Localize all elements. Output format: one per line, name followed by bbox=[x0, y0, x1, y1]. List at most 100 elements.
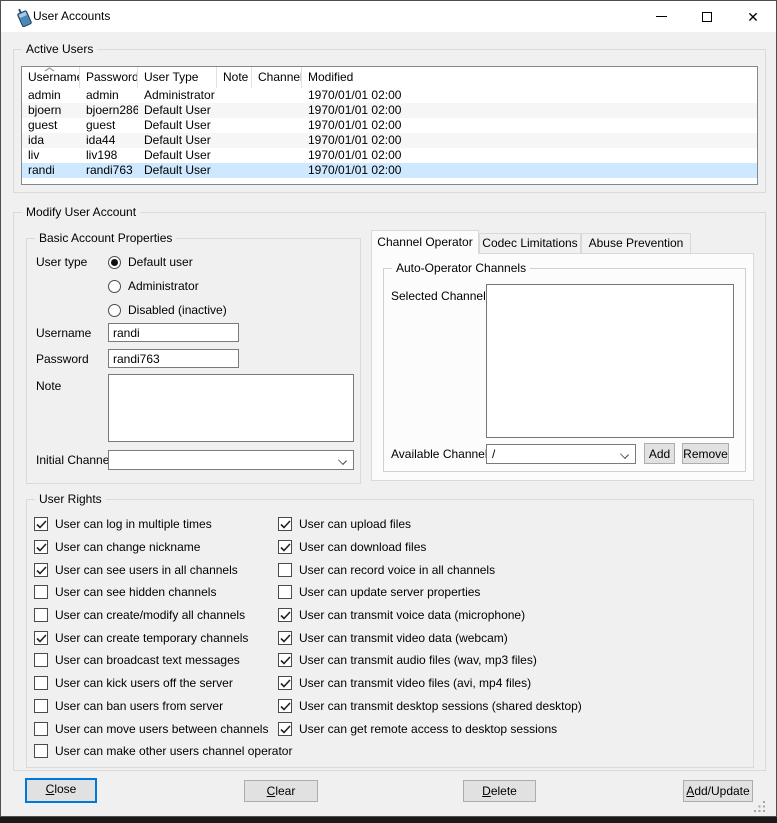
sort-asc-icon bbox=[44, 67, 55, 72]
cell-channel bbox=[252, 118, 302, 133]
checkbox-option[interactable]: User can create/modify all channels bbox=[34, 604, 292, 627]
checkbox-checked-icon bbox=[34, 517, 48, 531]
checkbox-option[interactable]: User can download files bbox=[278, 536, 582, 559]
radio-label: Disabled (inactive) bbox=[128, 303, 227, 317]
table-row[interactable]: bjoernbjoern286Default User1970/01/01 02… bbox=[22, 103, 757, 118]
checkbox-option[interactable]: User can move users between channels bbox=[34, 717, 292, 740]
cell-note bbox=[217, 118, 252, 133]
cell-channel bbox=[252, 103, 302, 118]
checkbox-option[interactable]: User can broadcast text messages bbox=[34, 649, 292, 672]
checkbox-label: User can create/modify all channels bbox=[55, 608, 245, 622]
checkbox-option[interactable]: User can update server properties bbox=[278, 581, 582, 604]
table-row[interactable]: guestguestDefault User1970/01/01 02:00 bbox=[22, 118, 757, 133]
tab-abuse-prevention[interactable]: Abuse Prevention bbox=[581, 233, 691, 254]
available-channels-combobox[interactable]: / bbox=[486, 444, 636, 464]
checkbox-label: User can change nickname bbox=[55, 540, 200, 554]
cell-modified: 1970/01/01 02:00 bbox=[302, 88, 757, 103]
user-accounts-window: User Accounts ✕ Active Users Username Pa… bbox=[0, 0, 777, 817]
cell-modified: 1970/01/01 02:00 bbox=[302, 103, 757, 118]
checkbox-option[interactable]: User can record voice in all channels bbox=[278, 558, 582, 581]
checkbox-option[interactable]: User can transmit audio files (wav, mp3 … bbox=[278, 649, 582, 672]
close-window-button[interactable]: ✕ bbox=[730, 1, 776, 32]
add-update-button[interactable]: Add/Update bbox=[683, 780, 753, 802]
checkbox-option[interactable]: User can transmit voice data (microphone… bbox=[278, 604, 582, 627]
radio-icon bbox=[108, 304, 121, 317]
radio-option[interactable]: Disabled (inactive) bbox=[108, 298, 227, 322]
checkbox-option[interactable]: User can change nickname bbox=[34, 536, 292, 559]
column-header-channel[interactable]: Channel bbox=[252, 67, 302, 88]
username-input[interactable] bbox=[108, 323, 239, 342]
checkbox-option[interactable]: User can transmit desktop sessions (shar… bbox=[278, 695, 582, 718]
checkbox-unchecked-icon bbox=[34, 608, 48, 622]
maximize-button[interactable] bbox=[684, 1, 730, 32]
column-header-modified[interactable]: Modified bbox=[302, 67, 757, 88]
table-row[interactable]: idaida44Default User1970/01/01 02:00 bbox=[22, 133, 757, 148]
active-users-table[interactable]: Username Password User Type Note Channel… bbox=[21, 66, 758, 185]
available-channels-label: Available Channels bbox=[391, 447, 494, 461]
checkbox-checked-icon bbox=[278, 722, 292, 736]
radio-option[interactable]: Default user bbox=[108, 250, 227, 274]
checkbox-option[interactable]: User can create temporary channels bbox=[34, 626, 292, 649]
checkbox-label: User can log in multiple times bbox=[55, 517, 212, 531]
checkbox-option[interactable]: User can upload files bbox=[278, 513, 582, 536]
basic-group-label: Basic Account Properties bbox=[35, 231, 176, 245]
column-header-note[interactable]: Note bbox=[217, 67, 252, 88]
checkbox-checked-icon bbox=[278, 540, 292, 554]
checkbox-label: User can transmit audio files (wav, mp3 … bbox=[299, 653, 537, 667]
clear-button[interactable]: Clear bbox=[244, 780, 318, 802]
resize-grip[interactable] bbox=[753, 800, 766, 813]
checkbox-unchecked-icon bbox=[34, 744, 48, 758]
checkbox-option[interactable]: User can kick users off the server bbox=[34, 672, 292, 695]
desktop-background-strip bbox=[0, 817, 777, 823]
column-header-usertype[interactable]: User Type bbox=[138, 67, 217, 88]
checkbox-option[interactable]: User can ban users from server bbox=[34, 695, 292, 718]
initial-channel-label: Initial Channel bbox=[36, 453, 112, 467]
cell-channel bbox=[252, 163, 302, 178]
titlebar[interactable]: User Accounts ✕ bbox=[1, 1, 776, 32]
tab-codec-limitations[interactable]: Codec Limitations bbox=[479, 233, 581, 254]
cell-username: ida bbox=[22, 133, 80, 148]
cell-username: admin bbox=[22, 88, 80, 103]
remove-button[interactable]: Remove bbox=[682, 443, 729, 464]
selected-channels-listbox[interactable] bbox=[486, 284, 734, 438]
cell-username: bjoern bbox=[22, 103, 80, 118]
cell-channel bbox=[252, 148, 302, 163]
column-header-username[interactable]: Username bbox=[22, 67, 80, 88]
add-button[interactable]: Add bbox=[644, 443, 675, 464]
table-row[interactable]: randirandi763Default User1970/01/01 02:0… bbox=[22, 163, 757, 178]
close-button[interactable]: Close bbox=[25, 778, 97, 803]
close-icon: ✕ bbox=[747, 10, 759, 24]
cell-channel bbox=[252, 88, 302, 103]
cell-channel bbox=[252, 133, 302, 148]
checkbox-option[interactable]: User can transmit video data (webcam) bbox=[278, 626, 582, 649]
cell-modified: 1970/01/01 02:00 bbox=[302, 133, 757, 148]
checkbox-checked-icon bbox=[34, 540, 48, 554]
checkbox-unchecked-icon bbox=[34, 653, 48, 667]
checkbox-option[interactable]: User can see users in all channels bbox=[34, 558, 292, 581]
tab-channel-operator[interactable]: Channel Operator bbox=[371, 230, 479, 254]
checkbox-option[interactable]: User can log in multiple times bbox=[34, 513, 292, 536]
cell-note bbox=[217, 148, 252, 163]
initial-channel-combobox[interactable] bbox=[108, 450, 354, 470]
checkbox-option[interactable]: User can transmit video files (avi, mp4 … bbox=[278, 672, 582, 695]
user-rights-right-column: User can upload files User can download f… bbox=[278, 513, 582, 740]
table-row[interactable]: livliv198Default User1970/01/01 02:00 bbox=[22, 148, 757, 163]
password-input[interactable] bbox=[108, 349, 239, 368]
checkbox-option[interactable]: User can make other users channel operat… bbox=[34, 740, 292, 763]
checkbox-label: User can record voice in all channels bbox=[299, 563, 495, 577]
checkbox-label: User can upload files bbox=[299, 517, 411, 531]
checkbox-label: User can transmit voice data (microphone… bbox=[299, 608, 525, 622]
note-textarea[interactable] bbox=[108, 374, 354, 442]
radio-option[interactable]: Administrator bbox=[108, 274, 227, 298]
column-header-password[interactable]: Password bbox=[80, 67, 138, 88]
table-row[interactable]: adminadminAdministrator1970/01/01 02:00 bbox=[22, 88, 757, 103]
checkbox-option[interactable]: User can see hidden channels bbox=[34, 581, 292, 604]
cell-user-type: Default User bbox=[138, 163, 217, 178]
checkbox-label: User can see hidden channels bbox=[55, 585, 216, 599]
checkbox-label: User can create temporary channels bbox=[55, 631, 248, 645]
minimize-button[interactable] bbox=[638, 1, 684, 32]
cell-username: randi bbox=[22, 163, 80, 178]
delete-button[interactable]: Delete bbox=[463, 780, 536, 802]
checkbox-option[interactable]: User can get remote access to desktop se… bbox=[278, 717, 582, 740]
checkbox-label: User can transmit desktop sessions (shar… bbox=[299, 699, 582, 713]
